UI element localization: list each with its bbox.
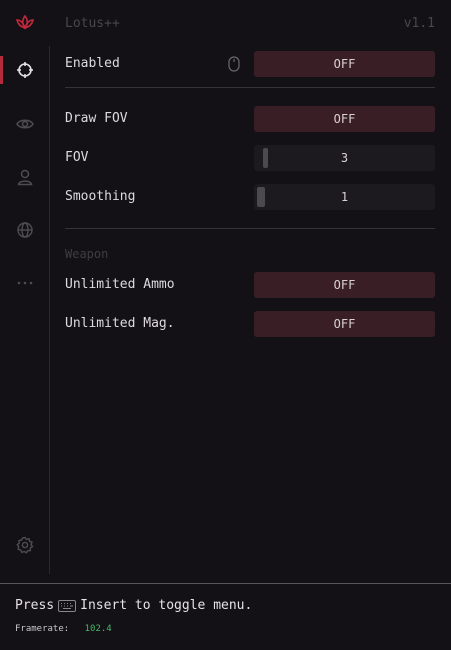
unlimited-ammo-label: Unlimited Ammo bbox=[65, 277, 175, 292]
framerate-label: Framerate: bbox=[15, 624, 70, 634]
weapon-section-title: Weapon bbox=[65, 247, 109, 261]
smoothing-slider-handle[interactable] bbox=[257, 187, 265, 207]
keyboard-icon bbox=[58, 599, 77, 612]
footer-divider bbox=[0, 583, 451, 584]
divider bbox=[65, 87, 435, 88]
fov-value: 3 bbox=[340, 151, 349, 165]
enabled-toggle[interactable]: OFF bbox=[254, 51, 435, 77]
draw-fov-toggle[interactable]: OFF bbox=[254, 106, 435, 132]
lotus-logo-icon bbox=[15, 14, 35, 30]
fov-slider-handle[interactable] bbox=[263, 148, 268, 168]
framerate-value: 102.4 bbox=[84, 624, 112, 634]
globe-icon bbox=[16, 222, 33, 238]
unlimited-mag-label: Unlimited Mag. bbox=[65, 316, 175, 331]
unlimited-ammo-toggle[interactable]: OFF bbox=[254, 272, 435, 298]
fov-slider[interactable]: 3 bbox=[254, 145, 435, 171]
unlimited-mag-row: Unlimited Mag. OFF bbox=[65, 311, 435, 337]
sidebar-item-aim[interactable] bbox=[0, 55, 49, 85]
draw-fov-label: Draw FOV bbox=[65, 111, 128, 126]
sidebar-item-visuals[interactable] bbox=[0, 109, 49, 139]
hint-text: Insert to toggle menu. bbox=[80, 598, 253, 613]
sidebar-item-misc[interactable] bbox=[0, 268, 49, 298]
smoothing-value: 1 bbox=[340, 190, 349, 204]
framerate-readout: Framerate: 102.4 bbox=[15, 624, 112, 634]
eye-icon bbox=[15, 119, 34, 129]
sidebar-item-settings[interactable] bbox=[0, 530, 49, 560]
sidebar-item-world[interactable] bbox=[0, 215, 49, 245]
mouse-icon[interactable] bbox=[228, 56, 240, 72]
divider bbox=[65, 228, 435, 229]
hint-press: Press bbox=[15, 598, 55, 613]
sidebar-divider bbox=[49, 46, 50, 574]
unlimited-ammo-row: Unlimited Ammo OFF bbox=[65, 272, 435, 298]
enabled-row: Enabled OFF bbox=[65, 51, 435, 77]
user-icon bbox=[17, 169, 32, 186]
sidebar-item-player[interactable] bbox=[0, 162, 49, 192]
crosshair-icon bbox=[16, 62, 33, 78]
gear-icon bbox=[15, 536, 34, 554]
smoothing-slider[interactable]: 1 bbox=[254, 184, 435, 210]
more-icon bbox=[17, 281, 32, 285]
app-version: v1.1 bbox=[403, 16, 435, 31]
draw-fov-row: Draw FOV OFF bbox=[65, 106, 435, 132]
toggle-hint: Press Insert to toggle menu. bbox=[15, 598, 252, 613]
unlimited-mag-toggle[interactable]: OFF bbox=[254, 311, 435, 337]
smoothing-label: Smoothing bbox=[65, 189, 136, 204]
app-title: Lotus++ bbox=[65, 16, 120, 31]
fov-label: FOV bbox=[65, 150, 89, 165]
fov-row: FOV 3 bbox=[65, 145, 435, 171]
smoothing-row: Smoothing 1 bbox=[65, 184, 435, 210]
enabled-label: Enabled bbox=[65, 56, 120, 71]
